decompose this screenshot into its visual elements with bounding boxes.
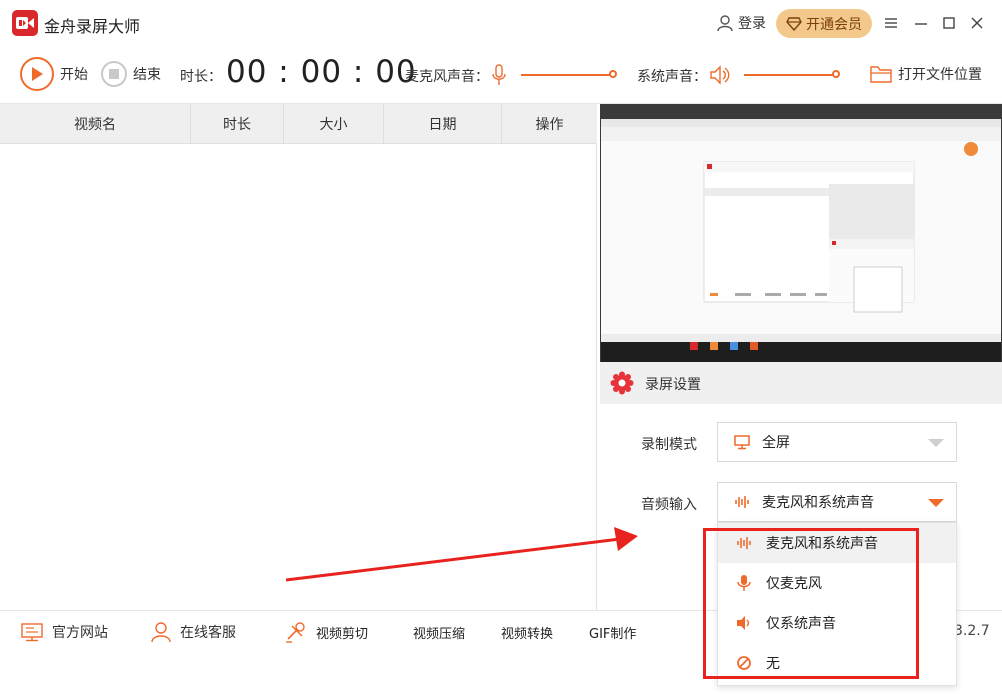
system-volume-handle[interactable] <box>832 70 840 78</box>
online-support-link[interactable]: 在线客服 <box>150 611 236 653</box>
column-duration[interactable]: 时长 <box>191 104 284 144</box>
video-cut-label: 视频剪切 <box>316 626 369 642</box>
start-button[interactable]: 开始 <box>20 57 88 91</box>
user-icon <box>151 622 171 643</box>
online-support-label: 在线客服 <box>180 625 236 641</box>
annotation-arrow-icon <box>285 527 638 582</box>
record-mode-select[interactable]: 全屏 <box>717 422 957 462</box>
app-logo <box>12 10 38 36</box>
official-website-link[interactable]: 官方网站 <box>20 611 108 653</box>
app-title: 金舟录屏大师 <box>44 17 141 36</box>
folder-icon <box>870 66 892 83</box>
diamond-icon <box>786 16 802 31</box>
official-website-label: 官方网站 <box>52 625 108 641</box>
minimize-icon[interactable] <box>910 12 932 34</box>
highlight-box <box>703 528 919 679</box>
system-volume-slider[interactable] <box>744 74 834 76</box>
stop-icon <box>101 61 127 87</box>
video-compress-link[interactable]: 视频压缩 <box>413 611 465 653</box>
menu-icon[interactable] <box>880 12 902 34</box>
video-compress-label: 视频压缩 <box>413 626 466 642</box>
column-video-name[interactable]: 视频名 <box>0 104 191 144</box>
toolbar: 开始 结束 时长： 00 : 00 : 00 麦克风声音： 系统声音： 打开文件… <box>0 46 1002 104</box>
chevron-down-icon <box>928 499 944 507</box>
stop-label: 结束 <box>133 67 161 83</box>
system-volume-label: 系统声音： <box>637 69 707 85</box>
gif-maker-link[interactable]: GIF制作 <box>589 611 636 653</box>
mic-volume-label: 麦克风声音： <box>405 69 489 85</box>
speaker-icon <box>710 65 730 85</box>
audio-input-label: 音频输入 <box>641 497 697 513</box>
audio-input-value: 麦克风和系统声音 <box>762 495 874 511</box>
audio-input-select[interactable]: 麦克风和系统声音 <box>717 482 957 522</box>
login-label: 登录 <box>738 16 766 32</box>
column-date[interactable]: 日期 <box>384 104 502 144</box>
vip-label: 开通会员 <box>806 16 862 33</box>
mic-volume-slider[interactable] <box>521 74 611 76</box>
login-button[interactable]: 登录 <box>716 13 766 33</box>
screen-preview <box>600 104 1002 362</box>
video-cut-link[interactable]: 视频剪切 <box>284 611 368 653</box>
play-icon <box>20 57 54 91</box>
video-camera-icon <box>16 17 34 29</box>
video-convert-link[interactable]: 视频转换 <box>501 611 553 653</box>
duration-label: 时长： <box>180 69 222 85</box>
gear-icon <box>610 371 634 395</box>
gif-maker-label: GIF制作 <box>589 626 637 642</box>
video-convert-label: 视频转换 <box>501 626 554 642</box>
settings-title: 录屏设置 <box>645 377 701 393</box>
version-label: 3.2.7 <box>954 623 990 639</box>
chevron-down-icon <box>928 439 944 447</box>
monitor-icon <box>21 623 43 642</box>
video-table-header: 视频名 时长 大小 日期 操作 <box>0 104 597 144</box>
preview-thumbnail <box>600 104 1002 362</box>
record-mode-label: 录制模式 <box>641 437 697 453</box>
start-label: 开始 <box>60 67 88 83</box>
stop-button[interactable]: 结束 <box>101 61 161 87</box>
column-size[interactable]: 大小 <box>284 104 384 144</box>
record-mode-value: 全屏 <box>762 435 790 451</box>
title-bar: 金舟录屏大师 登录 开通会员 <box>0 0 1002 46</box>
mic-volume-handle[interactable] <box>609 70 617 78</box>
open-folder-label: 打开文件位置 <box>898 67 982 83</box>
monitor-icon <box>734 435 750 450</box>
settings-header: 录屏设置 <box>600 362 1002 404</box>
vip-button[interactable]: 开通会员 <box>776 9 872 38</box>
audio-wave-icon <box>735 496 749 508</box>
user-icon <box>717 15 733 32</box>
open-folder-button[interactable]: 打开文件位置 <box>870 64 982 84</box>
timer-display: 00 : 00 : 00 <box>226 54 417 90</box>
microphone-icon <box>492 64 506 85</box>
tools-icon <box>286 622 305 643</box>
close-icon[interactable] <box>966 12 988 34</box>
maximize-icon[interactable] <box>938 12 960 34</box>
column-actions[interactable]: 操作 <box>502 104 597 144</box>
